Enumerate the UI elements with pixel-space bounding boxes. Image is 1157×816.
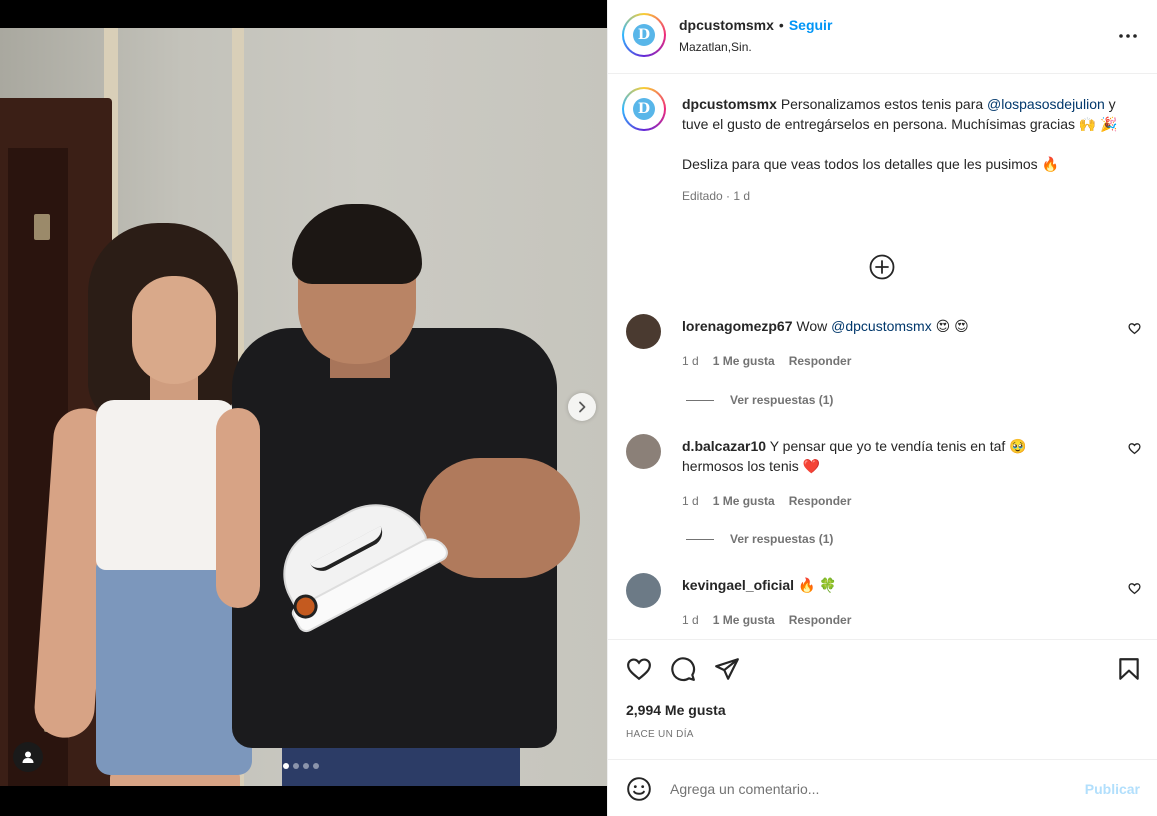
comment-reply-button[interactable]: Responder <box>789 494 852 508</box>
commenter-username[interactable]: d.balcazar10 <box>682 438 766 454</box>
dp-logo-icon: D <box>633 98 655 120</box>
commenter-username[interactable]: lorenagomezp67 <box>682 318 792 334</box>
likes-count[interactable]: 2,994 Me gusta <box>626 702 726 718</box>
comment-reply-button[interactable]: Responder <box>789 613 852 627</box>
publish-button[interactable]: Publicar <box>1085 781 1140 797</box>
heart-icon <box>627 658 651 681</box>
share-button[interactable] <box>714 656 740 685</box>
comment-time: 1 d <box>682 494 699 508</box>
author-username[interactable]: dpcustomsmx <box>679 17 774 33</box>
comment-time: 1 d <box>682 613 699 627</box>
comment-meta: 1 d 1 Me gusta Responder <box>682 494 851 508</box>
caption-text: Desliza para que veas todos los detalles… <box>682 156 1059 172</box>
instagram-post-dialog: D dpcustomsmx • Seguir Mazatlan,Sin. D d… <box>0 0 1157 816</box>
comment-text: lorenagomezp67 Wow @dpcustomsmx 😍 😍 <box>682 316 1082 336</box>
post-timestamp[interactable]: HACE UN DÍA <box>626 729 694 740</box>
author-line: dpcustomsmx • Seguir <box>679 17 832 33</box>
emoji-button[interactable] <box>626 776 652 805</box>
post-side-panel: D dpcustomsmx • Seguir Mazatlan,Sin. D d… <box>607 0 1157 816</box>
comment-like-button[interactable] <box>1128 322 1141 338</box>
view-replies-button[interactable]: Ver respuestas (1) <box>686 393 833 407</box>
comment-input[interactable] <box>670 774 1070 804</box>
more-options-button[interactable] <box>1118 26 1138 49</box>
post-media <box>0 0 607 816</box>
carousel-dot <box>283 763 289 769</box>
photo-hinge <box>34 214 50 240</box>
heart-icon <box>1128 443 1141 455</box>
bookmark-icon <box>1119 658 1139 680</box>
more-horizontal-icon <box>1119 34 1137 38</box>
comment-mention[interactable]: @dpcustomsmx <box>831 318 932 334</box>
caption-username[interactable]: dpcustomsmx <box>682 96 777 112</box>
replies-divider <box>686 399 714 401</box>
replies-divider <box>686 538 714 540</box>
comment-time: 1 d <box>682 354 699 368</box>
comment-reply-button[interactable]: Responder <box>789 354 852 368</box>
author-avatar[interactable]: D <box>622 13 666 57</box>
commenter-avatar[interactable] <box>626 434 661 469</box>
emoji-icon <box>627 777 651 801</box>
comment-text-part: Wow <box>796 318 828 334</box>
caption-mention[interactable]: @lospasosdejulion <box>987 96 1105 112</box>
caption-author-avatar[interactable]: D <box>622 87 666 131</box>
caption-meta: Editado · 1 d <box>682 189 751 203</box>
post-location[interactable]: Mazatlan,Sin. <box>679 40 752 54</box>
save-button[interactable] <box>1116 656 1142 685</box>
user-tag-icon <box>22 751 34 763</box>
view-replies-button[interactable]: Ver respuestas (1) <box>686 532 833 546</box>
view-replies-label: Ver respuestas (1) <box>730 532 834 546</box>
comment-button[interactable] <box>670 656 696 685</box>
load-more-comments-button[interactable] <box>869 254 895 283</box>
comment-meta: 1 d 1 Me gusta Responder <box>682 354 851 368</box>
heart-icon <box>1128 583 1141 595</box>
comment-text-part: 😍 😍 <box>935 318 969 334</box>
comment-icon <box>671 657 696 682</box>
comment-likes[interactable]: 1 Me gusta <box>713 354 775 368</box>
comment-text-part: 🔥 🍀 <box>797 577 837 593</box>
tagged-users-button[interactable] <box>13 742 43 772</box>
comment-text: d.balcazar10 Y pensar que yo te vendía t… <box>682 436 1082 476</box>
separator-dot: • <box>778 17 784 33</box>
commenter-username[interactable]: kevingael_oficial <box>682 577 794 593</box>
comment-like-button[interactable] <box>1128 442 1141 458</box>
post-caption: dpcustomsmx Personalizamos estos tenis p… <box>682 94 1142 206</box>
comment-like-button[interactable] <box>1128 582 1141 598</box>
post-photo <box>0 28 607 786</box>
comment-likes[interactable]: 1 Me gusta <box>713 494 775 508</box>
commenter-avatar[interactable] <box>626 573 661 608</box>
carousel-dot <box>293 763 299 769</box>
comment-meta: 1 d 1 Me gusta Responder <box>682 613 851 627</box>
post-actions: 2,994 Me gusta HACE UN DÍA <box>608 639 1157 759</box>
commenter-avatar[interactable] <box>626 314 661 349</box>
plus-circle-icon <box>869 254 895 280</box>
heart-icon <box>1128 323 1141 335</box>
comment-text: kevingael_oficial 🔥 🍀 <box>682 575 1082 595</box>
post-header: D dpcustomsmx • Seguir Mazatlan,Sin. <box>608 0 1157 74</box>
comments-scroll-area[interactable]: D dpcustomsmx Personalizamos estos tenis… <box>608 74 1157 639</box>
comment-likes[interactable]: 1 Me gusta <box>713 613 775 627</box>
like-button[interactable] <box>626 656 652 685</box>
photo-woman-face <box>132 276 216 384</box>
dp-logo-icon: D <box>633 24 655 46</box>
photo-woman-arm <box>216 408 260 608</box>
add-comment-bar: Publicar <box>608 759 1157 816</box>
photo-woman-top <box>96 400 236 570</box>
view-replies-label: Ver respuestas (1) <box>730 393 834 407</box>
carousel-dot <box>313 763 319 769</box>
send-icon <box>715 658 739 680</box>
carousel-indicators <box>283 763 319 769</box>
chevron-right-icon <box>579 401 586 413</box>
follow-button[interactable]: Seguir <box>789 17 833 33</box>
carousel-dot <box>303 763 309 769</box>
caption-text: Personalizamos estos tenis para <box>780 96 984 112</box>
next-slide-button[interactable] <box>568 393 596 421</box>
